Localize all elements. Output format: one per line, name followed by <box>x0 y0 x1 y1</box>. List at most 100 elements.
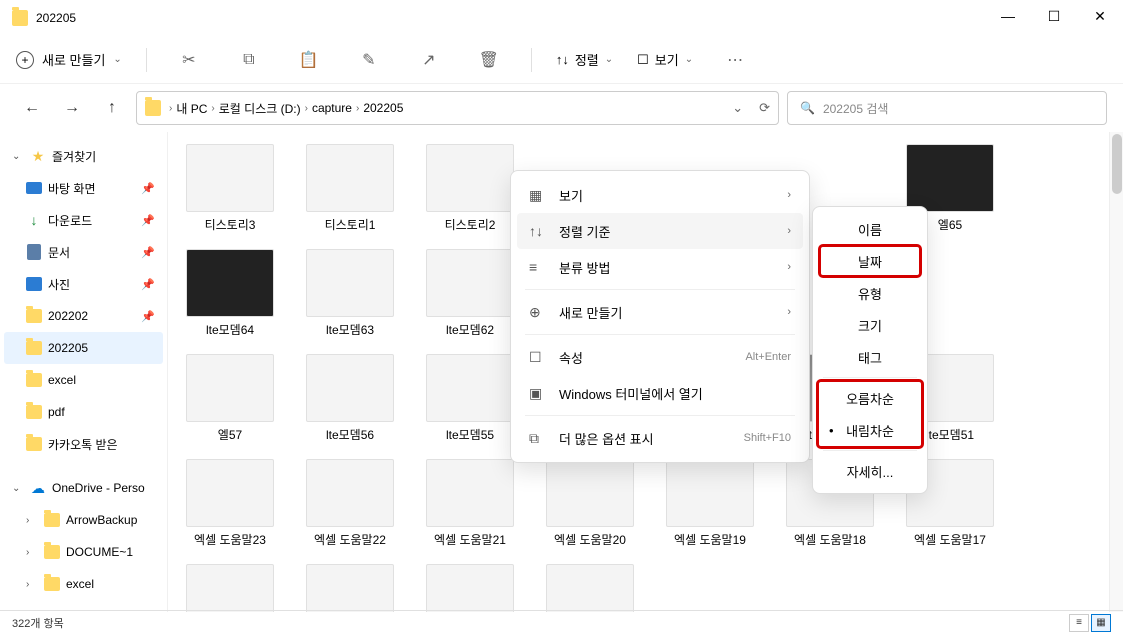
up-button[interactable]: ↑ <box>96 92 128 124</box>
submenu-ascending[interactable]: 오름차순 <box>819 382 921 414</box>
search-input[interactable]: 🔍 202205 검색 <box>787 91 1107 125</box>
file-name: lte모뎀62 <box>446 321 494 338</box>
menu-more-options[interactable]: ⧉ 더 많은 옵션 표시 Shift+F10 <box>517 420 803 456</box>
sidebar-item-desktop[interactable]: 바탕 화면 📌 <box>4 172 163 204</box>
back-button[interactable]: ← <box>16 92 48 124</box>
file-item[interactable]: 엑셀 도움말23 <box>184 459 276 548</box>
delete-button[interactable]: 🗑 <box>471 42 507 78</box>
sidebar-item-folder[interactable]: › excel <box>4 568 163 600</box>
thumbnail <box>426 354 514 422</box>
forward-button[interactable]: → <box>56 92 88 124</box>
sidebar-item-folder[interactable]: 카카오톡 받은 <box>4 428 163 460</box>
sidebar-item-folder[interactable]: 202205 <box>4 332 163 364</box>
menu-terminal[interactable]: ▣ Windows 터미널에서 열기 <box>517 375 803 411</box>
new-button[interactable]: + 새로 만들기 ⌄ <box>16 50 122 69</box>
thumbnail <box>546 564 634 612</box>
chevron-down-icon[interactable]: ⌄ <box>732 100 743 116</box>
thumbnail <box>666 459 754 527</box>
rename-button[interactable]: ✎ <box>351 42 387 78</box>
sidebar-favorites[interactable]: ⌄★ 즐겨찾기 <box>4 140 163 172</box>
sidebar-item-folder[interactable]: excel <box>4 364 163 396</box>
crumb[interactable]: capture <box>312 101 352 115</box>
submenu-date[interactable]: 날짜 <box>819 245 921 277</box>
sidebar-item-documents[interactable]: 문서 📌 <box>4 236 163 268</box>
maximize-button[interactable]: ☐ <box>1031 0 1077 32</box>
refresh-button[interactable]: ⟳ <box>759 100 770 116</box>
file-item[interactable]: 티스토리3 <box>184 144 276 233</box>
close-button[interactable]: ✕ <box>1077 0 1123 32</box>
sidebar-item-folder[interactable]: 202202 📌 <box>4 300 163 332</box>
file-item[interactable]: lte모뎀63 <box>304 249 396 338</box>
file-item[interactable]: 엑셀 도움말22 <box>304 459 396 548</box>
copy-button[interactable]: ⧉ <box>231 42 267 78</box>
thumbnail <box>186 249 274 317</box>
submenu-type[interactable]: 유형 <box>819 277 921 309</box>
file-name: 엑셀 도움말18 <box>794 531 866 548</box>
menu-new[interactable]: ⊕ 새로 만들기 › <box>517 294 803 330</box>
sidebar-onedrive[interactable]: ⌄☁ OneDrive - Perso <box>4 472 163 504</box>
file-item[interactable]: 엑셀 도움말15 <box>304 564 396 612</box>
thumbnail <box>546 459 634 527</box>
thumbnail <box>306 249 394 317</box>
cut-button[interactable]: ✂ <box>171 42 207 78</box>
thumbnail <box>306 564 394 612</box>
sidebar-item-pictures[interactable]: 사진 📌 <box>4 268 163 300</box>
separator <box>531 48 532 72</box>
file-item[interactable]: 엑셀 도움말20 <box>544 459 636 548</box>
crumb[interactable]: 내 PC <box>176 100 207 117</box>
view-button[interactable]: ☐ 보기 ⌄ <box>637 50 693 69</box>
file-item[interactable]: 엑셀 도움말21 <box>424 459 516 548</box>
group-icon: ≡ <box>529 259 547 275</box>
more-button[interactable]: ⋯ <box>717 42 753 78</box>
thumbnails-view-button[interactable]: ▦ <box>1091 614 1111 632</box>
sidebar-item-downloads[interactable]: ↓ 다운로드 📌 <box>4 204 163 236</box>
file-item[interactable]: lte모뎀55 <box>424 354 516 443</box>
submenu-descending[interactable]: • 내림차순 <box>819 414 921 446</box>
nav-row: ← → ↑ › 내 PC › 로컬 디스크 (D:) › capture › 2… <box>0 84 1123 132</box>
file-item[interactable]: lte모뎀56 <box>304 354 396 443</box>
toolbar: + 새로 만들기 ⌄ ✂ ⧉ 📋 ✎ ↗ 🗑 ↑↓ 정렬 ⌄ ☐ 보기 ⌄ ⋯ <box>0 36 1123 84</box>
thumbnail <box>186 144 274 212</box>
properties-icon: ☐ <box>529 349 547 366</box>
minimize-button[interactable]: — <box>985 0 1031 32</box>
file-item[interactable]: 티스토리1 <box>304 144 396 233</box>
paste-button[interactable]: 📋 <box>291 42 327 78</box>
submenu-detail[interactable]: 자세히... <box>819 455 921 487</box>
file-name: 엘65 <box>938 216 962 233</box>
thumbnail <box>426 144 514 212</box>
menu-properties[interactable]: ☐ 속성 Alt+Enter <box>517 339 803 375</box>
search-placeholder: 202205 검색 <box>823 100 888 117</box>
context-menu: ▦ 보기 › ↑↓ 정렬 기준 › ≡ 분류 방법 › ⊕ 새로 만들기 › ☐… <box>510 170 810 463</box>
file-item[interactable]: lte모뎀64 <box>184 249 276 338</box>
sidebar-item-folder[interactable]: › DOCUME~1 <box>4 536 163 568</box>
details-view-button[interactable]: ≡ <box>1069 614 1089 632</box>
crumb[interactable]: 로컬 디스크 (D:) <box>219 100 301 117</box>
file-item[interactable]: 엑셀 도움말19 <box>664 459 756 548</box>
submenu-size[interactable]: 크기 <box>819 309 921 341</box>
file-name: lte모뎀64 <box>206 321 254 338</box>
submenu-tag[interactable]: 태그 <box>819 341 921 373</box>
sort-button[interactable]: ↑↓ 정렬 ⌄ <box>556 50 613 69</box>
file-item[interactable]: 엑셀 도움말16 <box>184 564 276 612</box>
menu-sort-by[interactable]: ↑↓ 정렬 기준 › <box>517 213 803 249</box>
file-item[interactable]: 엑셀 도움말13 <box>544 564 636 612</box>
file-item[interactable]: 엑셀 도움말14 <box>424 564 516 612</box>
scrollbar[interactable] <box>1109 132 1123 612</box>
submenu-name[interactable]: 이름 <box>819 213 921 245</box>
breadcrumb[interactable]: › 내 PC › 로컬 디스크 (D:) › capture › 202205 … <box>136 91 779 125</box>
file-item[interactable]: 티스토리2 <box>424 144 516 233</box>
crumb[interactable]: 202205 <box>363 101 403 115</box>
file-item[interactable]: 엘57 <box>184 354 276 443</box>
sidebar: ⌄★ 즐겨찾기 바탕 화면 📌 ↓ 다운로드 📌 문서 📌 사진 📌 20220… <box>0 132 168 612</box>
sidebar-item-folder[interactable]: pdf <box>4 396 163 428</box>
title-bar: 202205 — ☐ ✕ <box>0 0 1123 36</box>
menu-group-by[interactable]: ≡ 분류 방법 › <box>517 249 803 285</box>
folder-icon <box>145 100 161 116</box>
file-name: lte모뎀56 <box>326 426 374 443</box>
file-name: 티스토리3 <box>205 216 256 233</box>
menu-view[interactable]: ▦ 보기 › <box>517 177 803 213</box>
sidebar-item-folder[interactable]: › ArrowBackup <box>4 504 163 536</box>
file-name: 티스토리2 <box>445 216 496 233</box>
file-item[interactable]: lte모뎀62 <box>424 249 516 338</box>
share-button[interactable]: ↗ <box>411 42 447 78</box>
